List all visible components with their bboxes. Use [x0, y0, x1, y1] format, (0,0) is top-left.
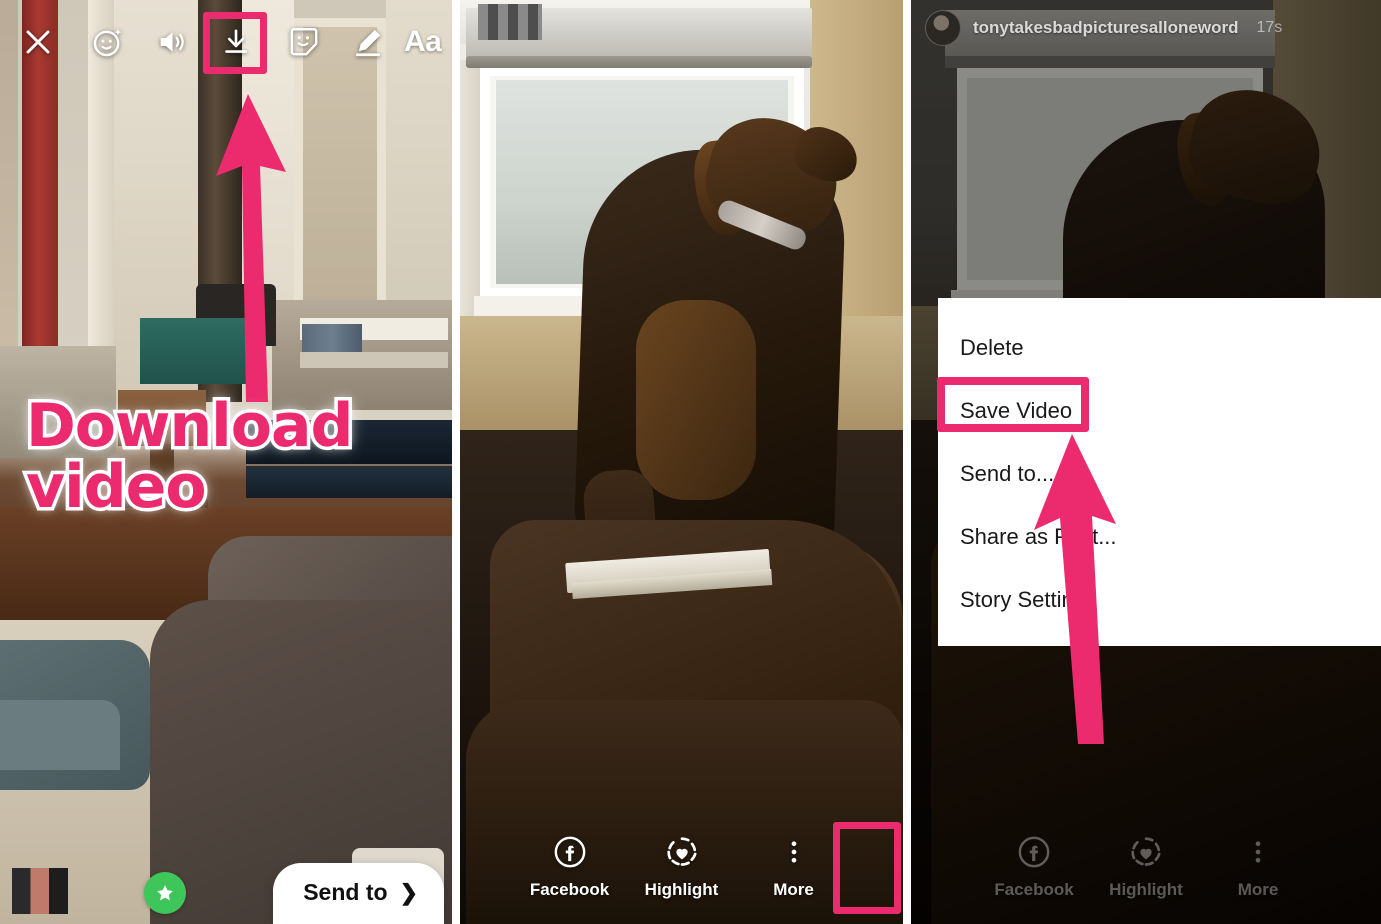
avatar[interactable]: [925, 10, 961, 46]
send-to-button[interactable]: Send to ❯: [273, 863, 444, 924]
action-label: More: [1237, 880, 1279, 899]
facebook-icon: [1014, 832, 1054, 872]
chevron-right-icon: ❯: [399, 879, 418, 905]
story-timestamp: 17s: [1256, 19, 1283, 36]
story-header: tonytakesbadpicturesalloneword 17s: [911, 0, 1381, 56]
action-highlight[interactable]: Highlight: [1107, 832, 1185, 900]
highlight-box-more: [833, 822, 901, 914]
facebook-icon: [550, 832, 590, 872]
story-username[interactable]: tonytakesbadpicturesalloneword: [973, 18, 1238, 38]
panel-story-viewer: Click here Facebook: [460, 0, 903, 924]
star-badge-icon[interactable]: [144, 872, 186, 914]
censored-region: [478, 4, 542, 40]
story-photo-dog-window: [460, 0, 903, 924]
stickers-face-icon[interactable]: [88, 22, 128, 62]
action-label: More: [773, 880, 814, 899]
menu-item-send-to[interactable]: Send to...: [938, 446, 1381, 502]
panel-story-camera: Aa Download video Send to ❯: [0, 0, 452, 924]
annotation-line-2: video: [22, 452, 210, 523]
action-more[interactable]: More: [1219, 832, 1297, 900]
text-tool-label[interactable]: Aa: [404, 22, 442, 62]
close-icon[interactable]: [18, 22, 58, 62]
menu-item-share-as-post[interactable]: Share as Post...: [938, 502, 1381, 572]
arrow-up-to-save-video: [1034, 434, 1116, 744]
menu-item-delete[interactable]: Delete: [938, 320, 1381, 376]
story-options-menu: Delete Save Video Send to... Share as Po…: [938, 298, 1381, 646]
highlight-heart-icon: [662, 832, 702, 872]
story-action-bar: Facebook Highlight More: [911, 820, 1381, 924]
highlight-heart-icon: [1126, 832, 1166, 872]
annotation-line-1: Download: [22, 391, 356, 461]
action-label: Facebook: [529, 880, 610, 899]
arrow-up-to-download: [216, 94, 286, 402]
action-more[interactable]: More: [755, 832, 833, 900]
sound-on-icon[interactable]: [152, 22, 192, 62]
panel-divider: [452, 0, 460, 924]
more-dots-icon: [774, 832, 814, 872]
action-label: Facebook: [994, 880, 1074, 899]
send-to-label: Send to: [303, 879, 388, 905]
annotation-download-video: Download video: [22, 391, 356, 523]
censored-region: [12, 868, 68, 914]
panel-divider: [903, 0, 911, 924]
draw-pen-icon[interactable]: [348, 22, 388, 62]
sticker-icon[interactable]: [284, 22, 324, 62]
action-highlight[interactable]: Highlight: [643, 832, 721, 900]
menu-item-story-settings[interactable]: Story Settings: [938, 572, 1381, 628]
highlight-box-save-video: [937, 377, 1089, 432]
action-facebook[interactable]: Facebook: [994, 832, 1074, 900]
tutorial-board: Aa Download video Send to ❯ Facebook Hig…: [0, 0, 1381, 924]
action-facebook[interactable]: Facebook: [529, 832, 610, 900]
more-dots-icon: [1238, 832, 1278, 872]
action-label: Highlight: [644, 880, 719, 899]
action-label: Highlight: [1109, 880, 1183, 899]
highlight-box-download: [203, 12, 267, 74]
